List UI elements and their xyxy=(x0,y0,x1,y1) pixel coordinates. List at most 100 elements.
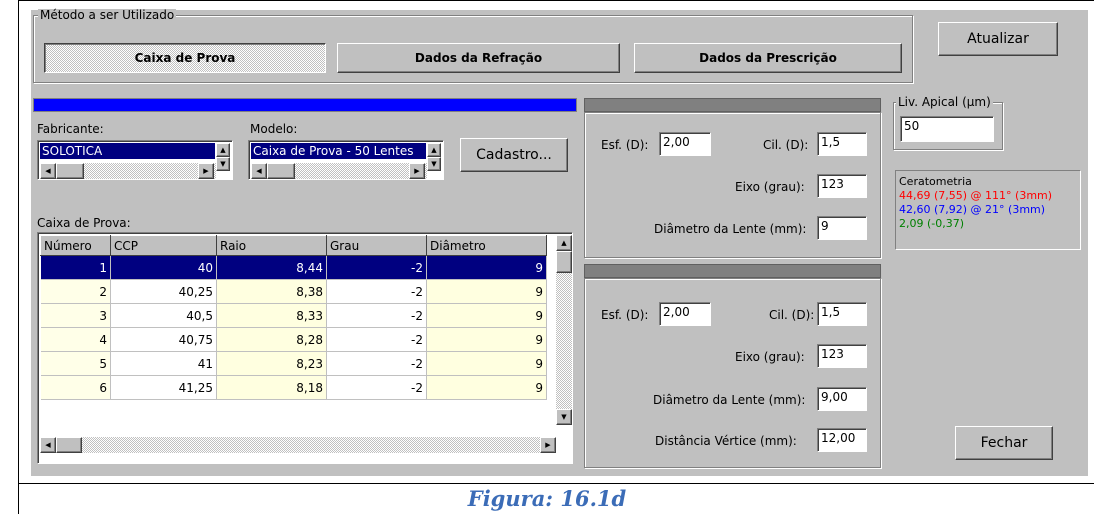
upper-axis-label: Eixo (grau): xyxy=(735,180,805,194)
lower-esf-label: Esf. (D): xyxy=(601,308,649,322)
table-cell[interactable]: 9 xyxy=(426,375,547,400)
apical-clearance-title: Liv. Apical (µm) xyxy=(896,95,993,109)
manufacturer-selected-item[interactable]: SOLOTICA xyxy=(40,143,215,159)
table-cell[interactable]: 2 xyxy=(40,279,111,304)
upper-esf-input[interactable]: 2,00 xyxy=(659,132,711,156)
figure-caption: Figura: 16.1d xyxy=(467,486,627,511)
upper-cil-label: Cil. (D): xyxy=(763,138,809,152)
grid-scroll-left[interactable]: ◀ xyxy=(40,437,56,453)
keratometry-line-3: 2,09 (-0,37) xyxy=(899,217,965,230)
grid-scroll-down[interactable]: ▼ xyxy=(556,409,572,425)
lower-esf-input[interactable]: 2,00 xyxy=(659,302,711,326)
lower-cil-input[interactable]: 1,5 xyxy=(817,302,867,326)
table-cell[interactable]: -2 xyxy=(326,303,427,328)
keratometry-line-1: 44,69 (7,55) @ 111° (3mm) xyxy=(899,189,1053,202)
register-button[interactable]: Cadastro... xyxy=(460,138,568,172)
column-header-diameter[interactable]: Diâmetro xyxy=(426,235,547,256)
model-selected-item[interactable]: Caixa de Prova - 50 Lentes xyxy=(251,143,426,159)
manufacturer-label: Fabricante: xyxy=(37,122,104,136)
grid-hscroll-thumb[interactable] xyxy=(56,437,82,453)
table-cell[interactable]: 9 xyxy=(426,351,547,376)
model-scroll-up[interactable]: ▲ xyxy=(427,143,441,157)
update-button[interactable]: Atualizar xyxy=(938,22,1058,56)
grid-scroll-right[interactable]: ▶ xyxy=(540,437,556,453)
apical-clearance-input[interactable]: 50 xyxy=(900,116,994,142)
table-cell[interactable]: 3 xyxy=(40,303,111,328)
model-hscroll-thumb[interactable] xyxy=(267,163,295,179)
figure-border-top xyxy=(18,0,1094,1)
table-cell[interactable]: 8,18 xyxy=(216,375,327,400)
upper-diameter-label: Diâmetro da Lente (mm): xyxy=(654,222,807,236)
manufacturer-list[interactable]: SOLOTICA ▲ ▼ ◀ ▶ xyxy=(37,140,233,180)
table-cell[interactable]: 8,23 xyxy=(216,351,327,376)
table-cell[interactable]: 8,44 xyxy=(216,255,327,280)
table-cell[interactable]: 9 xyxy=(426,279,547,304)
keratometry-panel: Ceratometria 44,69 (7,55) @ 111° (3mm) 4… xyxy=(895,170,1081,250)
manufacturer-scroll-right[interactable]: ▶ xyxy=(198,163,214,179)
column-header-number[interactable]: Número xyxy=(40,235,111,256)
table-cell[interactable]: 40,75 xyxy=(110,327,217,352)
table-cell[interactable]: 5 xyxy=(40,351,111,376)
method-prescription-label: Dados da Prescrição xyxy=(699,51,837,65)
table-row[interactable]: 6 41,25 8,18 -2 9 xyxy=(40,375,547,400)
column-header-ccp[interactable]: CCP xyxy=(110,235,217,256)
method-refraction-button[interactable]: Dados da Refração xyxy=(337,43,620,73)
lower-diameter-input[interactable]: 9,00 xyxy=(817,387,867,411)
lower-axis-input[interactable]: 123 xyxy=(817,344,867,368)
lower-axis-label: Eixo (grau): xyxy=(735,350,805,364)
model-list[interactable]: Caixa de Prova - 50 Lentes ▲ ▼ ◀ ▶ xyxy=(248,140,444,180)
update-button-label: Atualizar xyxy=(967,31,1029,47)
table-cell[interactable]: 8,33 xyxy=(216,303,327,328)
upper-esf-label: Esf. (D): xyxy=(601,138,649,152)
table-cell[interactable]: -2 xyxy=(326,351,427,376)
trial-box-grid[interactable]: Número CCP Raio Grau Diâmetro 1 40 8,44 -2 9… xyxy=(37,232,573,464)
method-trial-box-button[interactable]: Caixa de Prova xyxy=(44,43,326,73)
lower-vertex-input[interactable]: 12,00 xyxy=(817,428,867,452)
table-cell[interactable]: 41,25 xyxy=(110,375,217,400)
column-header-radius[interactable]: Raio xyxy=(216,235,327,256)
table-cell[interactable]: 40,5 xyxy=(110,303,217,328)
table-cell[interactable]: -2 xyxy=(326,279,427,304)
close-button[interactable]: Fechar xyxy=(955,426,1053,460)
table-row[interactable]: 3 40,5 8,33 -2 9 xyxy=(40,303,547,328)
table-cell[interactable]: 9 xyxy=(426,255,547,280)
table-cell[interactable]: -2 xyxy=(326,255,427,280)
figure-divider xyxy=(18,483,1094,484)
table-cell[interactable]: 8,38 xyxy=(216,279,327,304)
model-scroll-right[interactable]: ▶ xyxy=(409,163,425,179)
register-button-label: Cadastro... xyxy=(476,147,552,163)
table-cell[interactable]: 8,28 xyxy=(216,327,327,352)
table-row[interactable]: 1 40 8,44 -2 9 xyxy=(40,255,547,280)
table-row[interactable]: 4 40,75 8,28 -2 9 xyxy=(40,327,547,352)
table-row[interactable]: 2 40,25 8,38 -2 9 xyxy=(40,279,547,304)
table-cell[interactable]: 9 xyxy=(426,303,547,328)
model-scroll-left[interactable]: ◀ xyxy=(251,163,267,179)
lower-vertex-label: Distância Vértice (mm): xyxy=(655,434,797,448)
table-cell[interactable]: 1 xyxy=(40,255,111,280)
table-cell[interactable]: 40,25 xyxy=(110,279,217,304)
grid-scroll-up[interactable]: ▲ xyxy=(556,235,572,251)
grid-vscroll-thumb[interactable] xyxy=(556,251,572,273)
table-cell[interactable]: 9 xyxy=(426,327,547,352)
table-cell[interactable]: 6 xyxy=(40,375,111,400)
manufacturer-scroll-down[interactable]: ▼ xyxy=(216,157,230,171)
upper-axis-input[interactable]: 123 xyxy=(817,174,867,198)
trial-box-header-row: Número CCP Raio Grau Diâmetro xyxy=(40,235,547,256)
upper-panel-header-bar xyxy=(584,98,881,112)
table-cell[interactable]: 40 xyxy=(110,255,217,280)
table-cell[interactable]: -2 xyxy=(326,375,427,400)
upper-cil-input[interactable]: 1,5 xyxy=(817,132,867,156)
manufacturer-scroll-up[interactable]: ▲ xyxy=(216,143,230,157)
table-row[interactable]: 5 41 8,23 -2 9 xyxy=(40,351,547,376)
table-cell[interactable]: 4 xyxy=(40,327,111,352)
manufacturer-scroll-left[interactable]: ◀ xyxy=(40,163,56,179)
method-prescription-button[interactable]: Dados da Prescrição xyxy=(634,43,902,73)
lower-diameter-label: Diâmetro da Lente (mm): xyxy=(653,393,806,407)
grid-hscroll[interactable] xyxy=(40,437,556,453)
table-cell[interactable]: 41 xyxy=(110,351,217,376)
model-scroll-down[interactable]: ▼ xyxy=(427,157,441,171)
column-header-power[interactable]: Grau xyxy=(326,235,427,256)
upper-diameter-input[interactable]: 9 xyxy=(817,216,867,240)
manufacturer-hscroll-thumb[interactable] xyxy=(56,163,84,179)
table-cell[interactable]: -2 xyxy=(326,327,427,352)
